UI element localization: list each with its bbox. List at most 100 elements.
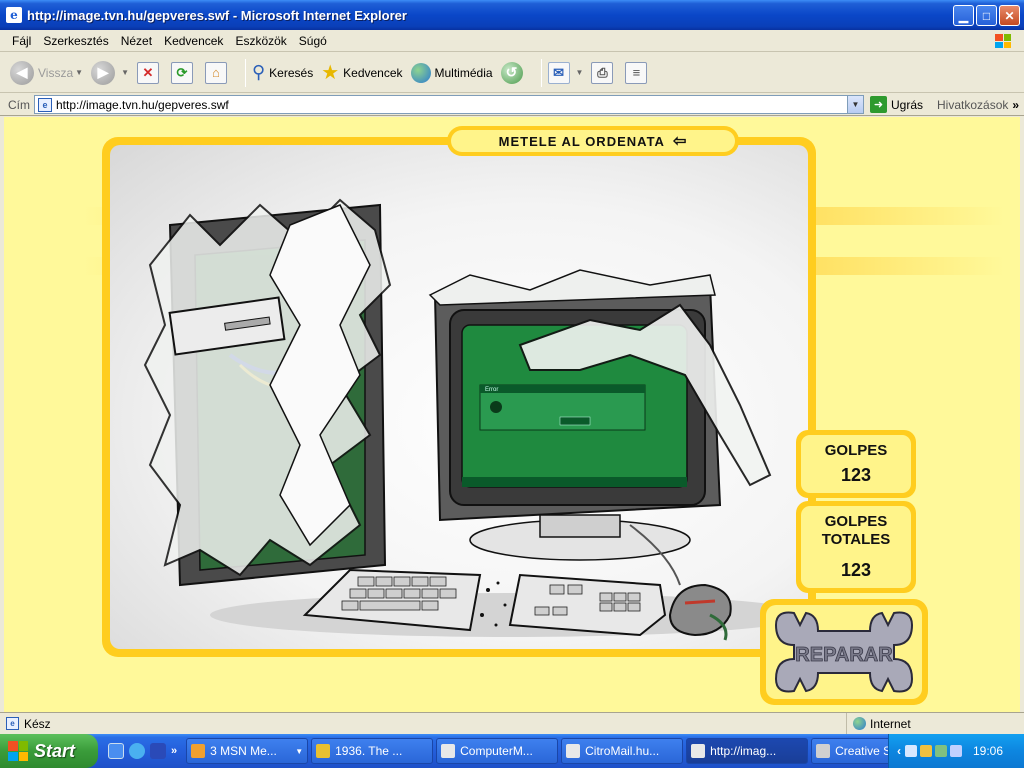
refresh-button[interactable]: ⟳ — [170, 61, 197, 84]
page-content: Error METELE AL ORDENATA ⇦ GOLPES 123 GO… — [4, 117, 1020, 712]
total-hits-label-line2: TOTALES — [821, 530, 891, 548]
quick-launch-more-icon[interactable]: » — [171, 745, 177, 757]
print-button[interactable]: ⎙ — [591, 61, 617, 84]
total-hits-value: 123 — [840, 559, 872, 580]
history-button[interactable]: ↺ — [500, 61, 527, 84]
hits-label: GOLPES — [824, 442, 888, 459]
window-icon — [816, 744, 831, 758]
game-title-text: METELE AL ORDENATA — [498, 133, 665, 149]
mail-button[interactable]: ✉ ▼ — [547, 61, 584, 84]
toolbar-separator — [540, 58, 542, 87]
media-button[interactable]: Multimédia — [410, 62, 493, 83]
back-arrow-icon[interactable]: ⇦ — [673, 131, 687, 151]
minimize-button[interactable]: ▁ — [953, 5, 974, 26]
ie-window-icon — [691, 744, 706, 758]
printer-icon: ⎙ — [591, 61, 614, 84]
forward-button[interactable]: ▶ ▼ — [91, 60, 129, 85]
windows-flag-icon — [8, 741, 28, 761]
msn-icon — [191, 744, 206, 758]
start-button[interactable]: Start — [0, 734, 98, 768]
system-tray: ‹ 19:06 — [888, 734, 1024, 768]
page-done-icon: e — [6, 717, 19, 730]
security-zone[interactable]: Internet — [846, 713, 1024, 734]
address-dropdown-icon[interactable]: ▼ — [847, 96, 863, 113]
repair-label: REPARAR — [795, 644, 893, 666]
group-dropdown-icon: ▼ — [295, 746, 304, 756]
screen-dialog-title: Error — [485, 387, 498, 393]
menu-file[interactable]: Fájl — [6, 34, 37, 48]
menu-edit[interactable]: Szerkesztés — [37, 34, 114, 48]
wrench-icon: REPARAR — [774, 611, 914, 693]
forward-arrow-icon: ▶ — [91, 60, 116, 85]
address-field[interactable]: e ▼ — [34, 95, 864, 114]
tray-expand-icon[interactable]: ‹ — [897, 744, 901, 758]
menu-favorites[interactable]: Kedvencek — [158, 34, 229, 48]
tray-app-icon[interactable] — [950, 745, 962, 757]
zone-label: Internet — [870, 716, 911, 731]
stop-button[interactable]: ✕ — [136, 61, 163, 84]
game-frame: Error — [102, 137, 816, 657]
mail-dropdown-icon[interactable]: ▼ — [576, 68, 584, 77]
back-button[interactable]: ◀ Vissza ▼ — [10, 60, 83, 85]
clock[interactable]: 19:06 — [973, 744, 1003, 758]
address-bar: Cím e ▼ ➜ Ugrás Hivatkozások » — [0, 94, 1024, 116]
tray-app-icon[interactable] — [935, 745, 947, 757]
window-title-bar[interactable]: e http://image.tvn.hu/gepveres.swf - Mic… — [0, 0, 1024, 30]
broken-computer-illustration[interactable]: Error — [110, 145, 808, 649]
menu-view[interactable]: Nézet — [115, 34, 158, 48]
edit-page-icon: ≡ — [625, 61, 648, 84]
search-button[interactable]: ⚲ Keresés — [252, 62, 313, 83]
menu-help[interactable]: Súgó — [293, 34, 333, 48]
stop-icon: ✕ — [136, 61, 159, 84]
chevron-right-icon[interactable]: » — [1012, 98, 1019, 112]
taskbar-item-document[interactable]: 1936. The ... — [311, 738, 434, 764]
ie-quicklaunch-icon[interactable] — [129, 743, 145, 759]
page-icon: e — [38, 97, 52, 112]
total-hits-label-line1: GOLPES — [824, 512, 888, 530]
window-title: http://image.tvn.hu/gepveres.swf - Micro… — [27, 7, 407, 23]
back-dropdown-icon[interactable]: ▼ — [75, 68, 83, 77]
save-disk-icon[interactable] — [150, 743, 166, 759]
taskbar-item-citromail[interactable]: CitroMail.hu... — [561, 738, 684, 764]
repair-panel: REPARAR — [760, 599, 928, 705]
back-arrow-icon: ◀ — [10, 60, 34, 85]
toolbar-separator — [244, 58, 246, 87]
go-arrow-icon: ➜ — [870, 96, 887, 113]
close-button[interactable]: ✕ — [999, 5, 1020, 26]
total-hits-counter: GOLPES TOTALES 123 — [796, 501, 916, 593]
home-button[interactable]: ⌂ — [204, 61, 231, 84]
taskbar-item-msn[interactable]: 3 MSN Me... ▼ — [186, 738, 309, 764]
favorites-label: Kedvencek — [343, 65, 403, 80]
desktop-icon[interactable] — [108, 743, 124, 759]
windows-logo-icon — [988, 31, 1018, 51]
msn-tray-icon[interactable] — [920, 745, 932, 757]
taskbar-item-computerm[interactable]: ComputerM... — [436, 738, 559, 764]
search-label: Keresés — [269, 65, 314, 80]
start-label: Start — [34, 740, 76, 761]
repair-button[interactable]: REPARAR — [766, 605, 922, 699]
search-icon: ⚲ — [251, 62, 266, 82]
status-bar: e Kész Internet — [0, 712, 1024, 734]
toolbar: ◀ Vissza ▼ ▶ ▼ ✕ ⟳ ⌂ ⚲ Keresés ★ Kedvenc… — [0, 53, 1024, 93]
quick-launch: » — [98, 743, 183, 759]
taskbar: Start » 3 MSN Me... ▼ 1936. The ... Comp… — [0, 734, 1024, 768]
go-button[interactable]: ➜ Ugrás — [870, 96, 923, 113]
favorites-button[interactable]: ★ Kedvencek — [321, 60, 402, 85]
game-title: METELE AL ORDENATA ⇦ — [451, 130, 735, 152]
smashed-monitor: Error — [428, 269, 772, 561]
forward-dropdown-icon[interactable]: ▼ — [121, 68, 129, 77]
menu-tools[interactable]: Eszközök — [229, 34, 292, 48]
links-label[interactable]: Hivatkozások — [937, 98, 1008, 112]
go-label: Ugrás — [891, 97, 924, 112]
network-icon[interactable] — [905, 745, 917, 757]
menu-bar: Fájl Szerkesztés Nézet Kedvencek Eszközö… — [0, 30, 1024, 52]
globe-icon — [410, 62, 431, 83]
maximize-button[interactable]: □ — [976, 5, 997, 26]
hits-value: 123 — [840, 465, 872, 485]
edit-button[interactable]: ≡ — [625, 61, 651, 84]
back-label: Vissza — [38, 65, 74, 80]
internet-zone-icon — [853, 717, 866, 730]
game-stage[interactable]: Error — [110, 145, 808, 649]
address-input[interactable] — [56, 97, 846, 112]
taskbar-item-active-browser[interactable]: http://imag... — [686, 738, 809, 764]
